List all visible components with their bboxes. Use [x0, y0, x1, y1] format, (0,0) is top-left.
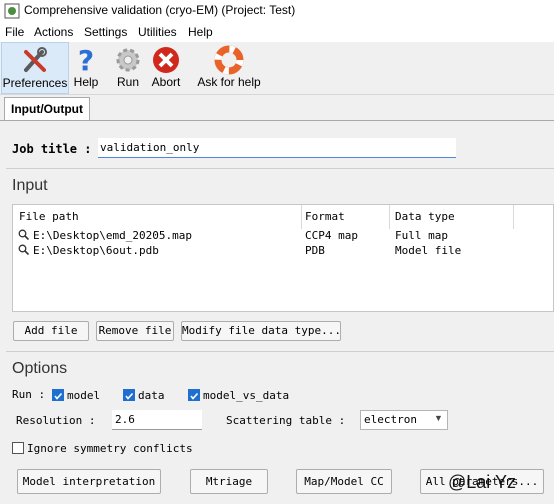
- chevron-down-icon[interactable]: ▼: [434, 413, 443, 423]
- divider: [6, 351, 554, 352]
- ignore-symmetry-label[interactable]: Ignore symmetry conflicts: [27, 442, 193, 455]
- checkmark-icon: [125, 392, 134, 400]
- ask-for-help-button[interactable]: Ask for help: [194, 42, 264, 92]
- title-bar: Comprehensive validation (cryo-EM) (Proj…: [0, 0, 554, 22]
- input-file-table[interactable]: File path Format Data type E:\Desktop\em…: [12, 204, 554, 312]
- preferences-button[interactable]: Preferences: [1, 42, 69, 94]
- model-interpretation-button[interactable]: Model interpretation: [17, 469, 161, 494]
- window-title: Comprehensive validation (cryo-EM) (Proj…: [24, 3, 296, 17]
- menu-file[interactable]: File: [5, 25, 24, 39]
- add-file-button[interactable]: Add file: [13, 321, 89, 341]
- column-divider: [513, 205, 514, 229]
- help-icon: ?: [78, 45, 94, 75]
- preferences-icon: [24, 47, 47, 72]
- format-cell[interactable]: PDB: [305, 244, 325, 257]
- magnifier-icon[interactable]: [18, 229, 29, 240]
- abort-label: Abort: [151, 75, 181, 89]
- lifebuoy-icon: [214, 45, 244, 75]
- format-cell[interactable]: CCP4 map: [305, 229, 358, 242]
- model-checkbox-label[interactable]: model: [67, 389, 100, 402]
- column-divider: [301, 205, 302, 229]
- resolution-input[interactable]: [112, 410, 202, 430]
- help-label: Help: [73, 75, 99, 89]
- column-header-format[interactable]: Format: [305, 210, 345, 223]
- job-title-label: Job title :: [12, 142, 92, 156]
- model-checkbox[interactable]: [52, 389, 64, 401]
- resolution-label: Resolution :: [16, 414, 96, 427]
- map-model-cc-button[interactable]: Map/Model CC: [296, 469, 392, 494]
- magnifier-icon[interactable]: [18, 244, 29, 255]
- menu-settings[interactable]: Settings: [84, 25, 127, 39]
- options-section-heading: Options: [12, 360, 68, 377]
- ignore-symmetry-checkbox[interactable]: [12, 442, 24, 454]
- menu-help[interactable]: Help: [188, 25, 213, 39]
- scattering-table-label: Scattering table :: [226, 414, 346, 427]
- scattering-table-value[interactable]: electron: [364, 413, 417, 426]
- menu-bar: File Actions Settings Utilities Help: [0, 22, 554, 42]
- column-header-file-path[interactable]: File path: [19, 210, 79, 223]
- mtriage-button[interactable]: Mtriage: [190, 469, 268, 494]
- preferences-label: Preferences: [2, 76, 68, 90]
- ask-for-help-label: Ask for help: [197, 75, 261, 89]
- data-checkbox[interactable]: [123, 389, 135, 401]
- tab-bar: Input/Output: [0, 96, 554, 120]
- run-button[interactable]: Run: [112, 42, 144, 92]
- svg-text:?: ?: [78, 45, 94, 75]
- column-divider: [389, 205, 390, 229]
- input-section-heading: Input: [12, 177, 48, 194]
- checkmark-icon: [190, 392, 199, 400]
- file-path-cell[interactable]: E:\Desktop\6out.pdb: [33, 244, 159, 257]
- watermark: @Lai Yz: [448, 472, 516, 492]
- file-path-cell[interactable]: E:\Desktop\emd_20205.map: [33, 229, 192, 242]
- column-header-data-type[interactable]: Data type: [395, 210, 455, 223]
- help-button[interactable]: ? Help: [70, 42, 102, 92]
- tab-input-output[interactable]: Input/Output: [4, 97, 90, 120]
- job-title-input[interactable]: [98, 138, 456, 158]
- abort-icon: [153, 47, 179, 73]
- divider: [6, 168, 554, 169]
- app-icon: [4, 3, 20, 19]
- menu-actions[interactable]: Actions: [34, 25, 73, 39]
- model-vs-data-checkbox[interactable]: [188, 389, 200, 401]
- abort-button[interactable]: Abort: [148, 42, 184, 92]
- toolbar: Preferences ? Help Run Abort Ask for hel…: [0, 42, 554, 95]
- run-options-label: Run :: [12, 388, 46, 401]
- modify-file-data-type-button[interactable]: Modify file data type...: [181, 321, 341, 341]
- data-type-cell[interactable]: Full map: [395, 229, 448, 242]
- remove-file-button[interactable]: Remove file: [96, 321, 174, 341]
- run-label: Run: [116, 75, 139, 89]
- data-type-cell[interactable]: Model file: [395, 244, 461, 257]
- data-checkbox-label[interactable]: data: [138, 389, 165, 402]
- model-vs-data-checkbox-label[interactable]: model_vs_data: [203, 389, 289, 402]
- checkmark-icon: [54, 392, 63, 400]
- run-gear-icon: [116, 48, 140, 72]
- menu-utilities[interactable]: Utilities: [138, 25, 177, 39]
